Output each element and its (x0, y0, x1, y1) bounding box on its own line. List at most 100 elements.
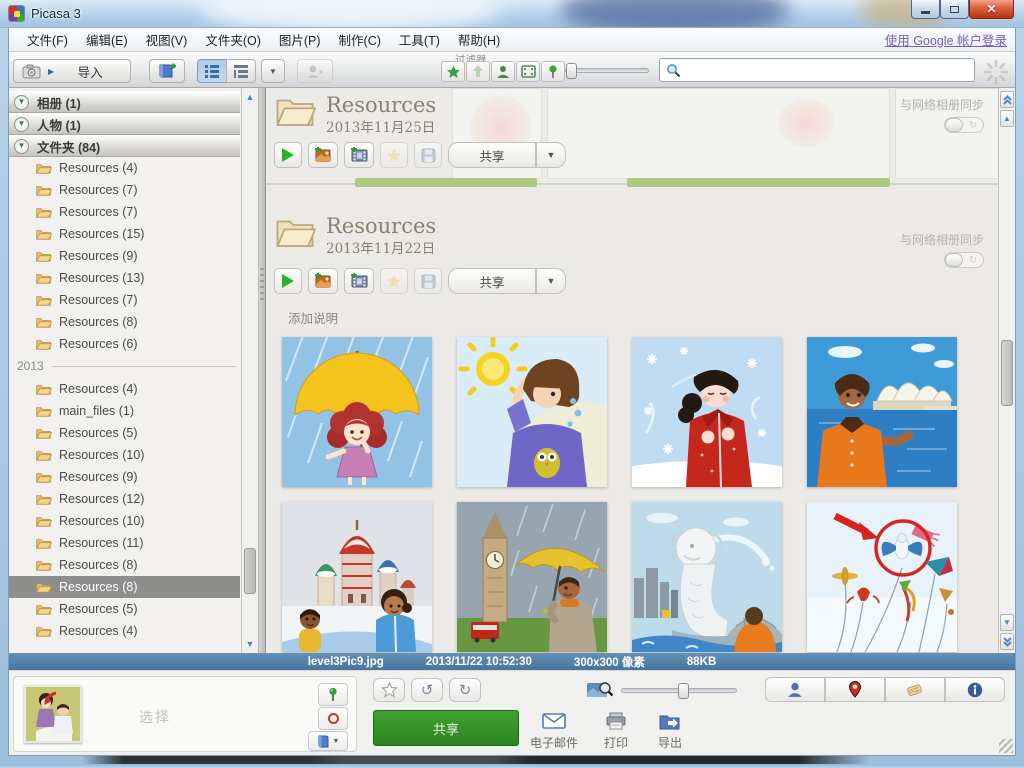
rotate-right-button[interactable]: ↻ (449, 678, 481, 702)
content-scrollbar-thumb[interactable] (1001, 340, 1013, 406)
hold-pin-button[interactable] (318, 683, 348, 706)
close-button[interactable]: ✕ (969, 0, 1014, 19)
folder-item[interactable]: Resources (11) (9, 532, 240, 554)
scroll-down-icon[interactable]: ▼ (243, 636, 257, 652)
maximize-button[interactable] (940, 0, 969, 19)
folder-item[interactable]: main_files (1) (9, 400, 240, 422)
export-button[interactable]: 导出 (637, 711, 703, 751)
folder-item[interactable]: Resources (9) (9, 466, 240, 488)
sync-toggle[interactable]: ↻ (944, 117, 984, 133)
jump-next-folder-button[interactable] (1000, 633, 1014, 650)
tree-view-button[interactable] (226, 59, 256, 83)
menu-file[interactable]: 文件(F) (19, 27, 76, 52)
thumbnail-kites-annotated[interactable] (807, 502, 957, 652)
add-to-movie-button[interactable] (344, 142, 374, 168)
collapse-icon[interactable]: ▼ (14, 117, 29, 132)
add-to-collage-button[interactable] (308, 142, 338, 168)
content-scrollbar[interactable]: ▲ ▼ (998, 88, 1015, 653)
sidebar-section-folders[interactable]: ▼ 文件夹 (84) (9, 135, 240, 157)
filter-date-slider[interactable] (565, 68, 649, 73)
scroll-down-button[interactable]: ▼ (1000, 614, 1014, 631)
sidebar-scrollbar[interactable]: ▲ ▼ (241, 88, 258, 653)
zoom-slider-handle[interactable] (678, 683, 689, 699)
share-dropdown-button[interactable]: ▼ (536, 268, 566, 294)
share-button[interactable]: 共享 (448, 142, 536, 168)
share-button[interactable]: 共享 (448, 268, 536, 294)
folder-item[interactable]: Resources (9) (9, 245, 240, 267)
flat-view-button[interactable] (197, 59, 227, 83)
folder-item[interactable]: Resources (7) (9, 179, 240, 201)
collapse-icon[interactable]: ▼ (14, 95, 29, 110)
folder-item[interactable]: Resources (4) (9, 378, 240, 400)
folder-item[interactable]: Resources (13) (9, 267, 240, 289)
faces-filter-button[interactable] (491, 61, 515, 82)
folder-item[interactable]: Resources (15) (9, 223, 240, 245)
folder-title[interactable]: Resources (326, 215, 436, 237)
share-dropdown-button[interactable]: ▼ (536, 142, 566, 168)
zoom-slider[interactable] (621, 688, 737, 693)
folder-item[interactable]: Resources (5) (9, 598, 240, 620)
view-options-dropdown[interactable]: ▼ (261, 59, 285, 83)
clear-tray-button[interactable] (318, 707, 348, 730)
folder-item[interactable]: Resources (10) (9, 510, 240, 532)
email-button[interactable]: 电子邮件 (521, 711, 587, 751)
menu-tools[interactable]: 工具(T) (391, 27, 448, 52)
jump-previous-folder-button[interactable] (1000, 91, 1014, 108)
show-tags-button[interactable] (885, 677, 945, 702)
folder-item-selected[interactable]: Resources (8) (9, 576, 240, 598)
add-to-collage-button[interactable] (308, 268, 338, 294)
menu-edit[interactable]: 编辑(E) (78, 27, 136, 52)
show-info-button[interactable] (945, 677, 1005, 702)
add-album-button[interactable] (149, 59, 185, 83)
star-button[interactable] (380, 142, 408, 168)
scroll-up-button[interactable]: ▲ (1000, 110, 1014, 127)
search-input[interactable] (686, 63, 968, 77)
thumbnail-merlion-singapore[interactable] (632, 502, 782, 652)
rotate-left-button[interactable]: ↺ (411, 678, 443, 702)
google-signin-link[interactable]: 使用 Google 帐户登录 (885, 30, 1007, 49)
folder-item[interactable]: Resources (4) (9, 620, 240, 642)
folder-item[interactable]: Resources (12) (9, 488, 240, 510)
titlebar[interactable]: Picasa 3 ✕ (0, 0, 1024, 28)
folder-item[interactable]: Resources (5) (9, 422, 240, 444)
menu-folder[interactable]: 文件夹(O) (197, 27, 269, 52)
menu-view[interactable]: 视图(V) (138, 27, 196, 52)
play-slideshow-button[interactable] (274, 268, 302, 294)
star-photo-button[interactable] (373, 678, 405, 702)
collapse-icon[interactable]: ▼ (14, 139, 29, 154)
save-button[interactable] (414, 268, 442, 294)
folder-item[interactable]: Resources (7) (9, 201, 240, 223)
show-places-button[interactable] (825, 677, 885, 702)
geotag-filter-button[interactable] (541, 61, 565, 82)
thumbnail-rain-girl-umbrella[interactable] (282, 337, 432, 487)
minimize-button[interactable] (911, 0, 940, 19)
thumbnail-london-rain[interactable] (457, 502, 607, 652)
import-button[interactable]: ▶ 导入 (13, 59, 131, 83)
folder-item[interactable]: Resources (4) (9, 157, 240, 179)
resize-grip[interactable] (999, 739, 1013, 753)
folder-item[interactable]: Resources (8) (9, 311, 240, 333)
thumbnail-winter-girl[interactable] (632, 337, 782, 487)
folder-item[interactable]: Resources (8) (9, 554, 240, 576)
add-to-movie-button[interactable] (344, 268, 374, 294)
menu-create[interactable]: 制作(C) (331, 27, 389, 52)
uploaded-filter-button[interactable] (466, 61, 490, 82)
menu-help[interactable]: 帮助(H) (450, 27, 508, 52)
save-button[interactable] (414, 142, 442, 168)
folder-item[interactable]: Resources (7) (9, 289, 240, 311)
sidebar-scrollbar-thumb[interactable] (244, 548, 256, 594)
star-button[interactable] (380, 268, 408, 294)
folder-item[interactable]: Resources (10) (9, 444, 240, 466)
filter-date-slider-handle[interactable] (566, 63, 577, 79)
folder-item[interactable]: Resources (6) (9, 333, 240, 355)
pane-splitter[interactable] (259, 88, 266, 653)
sidebar-section-albums[interactable]: ▼ 相册 (1) (9, 91, 240, 113)
thumbnail-sydney-boy[interactable] (807, 337, 957, 487)
show-people-button[interactable] (765, 677, 825, 702)
thumbnail-moscow-kids[interactable] (282, 502, 432, 652)
share-big-button[interactable]: 共享 (373, 710, 519, 746)
starred-filter-button[interactable] (441, 61, 465, 82)
scroll-up-icon[interactable]: ▲ (243, 89, 257, 105)
play-slideshow-button[interactable] (274, 142, 302, 168)
thumbnail-sunny-boy[interactable] (457, 337, 607, 487)
